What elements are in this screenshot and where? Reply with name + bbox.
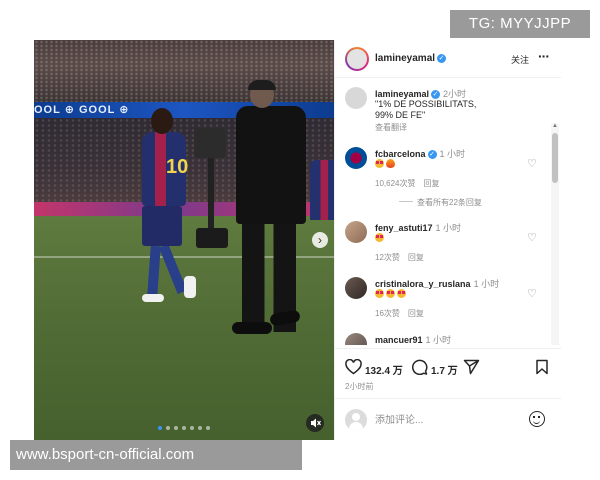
comments-list: lamineyamal ✓ 2小时 "1% DE POSSIBILITATS, 99…: [335, 79, 561, 345]
likes-count[interactable]: 132.4 万: [365, 362, 403, 377]
comment-emojis: [375, 159, 397, 170]
player-boot: [184, 276, 196, 298]
add-comment-bar: [335, 398, 561, 440]
translate-link[interactable]: 查看翻译: [375, 122, 407, 133]
heart-eyes-emoji-icon: [386, 289, 395, 298]
camera-rig-base: [196, 228, 228, 248]
caption-text-line: "1% DE POSSIBILITATS,: [375, 99, 477, 109]
comment-time: 1 小时: [439, 149, 466, 159]
comment-username-text[interactable]: feny_astuti17: [375, 223, 433, 233]
carousel-dot: [158, 426, 162, 430]
caption-username-text[interactable]: lamineyamal: [375, 89, 429, 99]
comment-time: 1 小时: [435, 223, 462, 233]
website-watermark: www.bsport-cn-official.com: [10, 440, 302, 470]
heart-eyes-emoji-icon: [397, 289, 406, 298]
fire-emoji-icon: [386, 159, 395, 168]
heart-eyes-emoji-icon: [375, 289, 384, 298]
comment-like-heart-icon[interactable]: ♡: [527, 157, 537, 170]
stadium-crowd-upper: [34, 40, 334, 102]
current-user-avatar: [345, 409, 367, 431]
comment-username-text[interactable]: mancuer91: [375, 335, 423, 345]
cameraman-body: [236, 106, 306, 224]
camera-rig: [194, 128, 226, 158]
comment-likes[interactable]: 12次赞: [375, 253, 400, 262]
post-photo[interactable]: OOL ⊕ GOOL ⊕ 10 ›: [34, 40, 334, 440]
comment-username-text[interactable]: cristinalora_y_ruslana: [375, 279, 471, 289]
scrollbar-thumb[interactable]: [552, 133, 558, 183]
post-actions: 132.4 万 1.7 万 2小时前: [335, 348, 561, 392]
caption-text-line: 99% DE FE": [375, 110, 426, 120]
caption-avatar[interactable]: [345, 87, 367, 109]
post-header: lamineyamal ✓ 关注 ···: [335, 40, 561, 78]
scroll-up-arrow-icon[interactable]: ▲: [552, 123, 558, 129]
reply-button[interactable]: 回复: [408, 253, 424, 262]
comments-scrollbar[interactable]: ▲ ▼: [551, 123, 559, 345]
carousel-dot: [182, 426, 186, 430]
comment-avatar[interactable]: [345, 333, 367, 345]
more-options-icon[interactable]: ···: [538, 48, 550, 64]
view-replies-link[interactable]: 查看所有22条回复: [399, 197, 482, 208]
reply-button[interactable]: 回复: [408, 309, 424, 318]
comment-avatar[interactable]: [345, 221, 367, 243]
comment-avatar[interactable]: [345, 277, 367, 299]
comment-meta: 16次赞 回复: [375, 308, 432, 319]
carousel-dot: [166, 426, 170, 430]
comment-avatar[interactable]: [345, 147, 367, 169]
heart-eyes-emoji-icon: [375, 159, 384, 168]
comment-input[interactable]: [375, 412, 515, 428]
verified-badge-icon: ✓: [437, 54, 447, 63]
post-timestamp: 2小时前: [345, 382, 374, 391]
comment-like-heart-icon[interactable]: ♡: [527, 287, 537, 300]
player-head: [151, 108, 173, 134]
comment-time: 1 小时: [425, 335, 452, 345]
carousel-dot: [198, 426, 202, 430]
comment-meta: 12次赞 回复: [375, 252, 432, 263]
telegram-label: TG: MYYJJPP: [450, 10, 590, 38]
comment-username-text[interactable]: fcbarcelona: [375, 149, 426, 159]
comment-bubble-icon[interactable]: [411, 359, 428, 380]
heart-eyes-emoji-icon: [375, 233, 384, 242]
verified-badge-icon: ✓: [431, 90, 441, 99]
comment-emojis: [375, 289, 408, 300]
player-boot: [142, 294, 164, 302]
author-username[interactable]: lamineyamal ✓: [375, 53, 447, 64]
carousel-dot: [206, 426, 210, 430]
cameraman-shoe: [232, 322, 272, 334]
comment-username[interactable]: feny_astuti17 1 小时: [375, 221, 461, 234]
comment-like-heart-icon[interactable]: ♡: [527, 231, 537, 244]
reply-button[interactable]: 回复: [423, 179, 439, 188]
comments-count[interactable]: 1.7 万: [431, 362, 458, 377]
share-send-icon[interactable]: [463, 359, 480, 380]
jersey-number: 10: [166, 156, 189, 178]
carousel-dots: [158, 426, 210, 430]
post-side-panel: lamineyamal ✓ 关注 ··· lamineyamal ✓ 2小时 "1% …: [334, 40, 561, 440]
emoji-picker-icon[interactable]: [529, 411, 545, 427]
background-player: [310, 160, 334, 220]
cameraman-hat: [248, 80, 276, 90]
comment-likes[interactable]: 10,624次赞: [375, 179, 415, 188]
like-heart-icon[interactable]: [345, 358, 362, 380]
player-shorts: [142, 206, 182, 246]
author-username-text[interactable]: lamineyamal: [375, 53, 435, 64]
author-avatar[interactable]: [345, 47, 369, 71]
mute-icon[interactable]: [306, 414, 324, 432]
comment-time: 1 小时: [473, 279, 500, 289]
bookmark-icon[interactable]: [535, 359, 549, 380]
comment-username[interactable]: mancuer91 1 小时: [375, 333, 451, 345]
comment-likes[interactable]: 16次赞: [375, 309, 400, 318]
carousel-dot: [190, 426, 194, 430]
instagram-post: OOL ⊕ GOOL ⊕ 10 › lamineyamal ✓ 关注 ··· l…: [34, 40, 561, 440]
carousel-dot: [174, 426, 178, 430]
verified-badge-icon: ✓: [427, 150, 437, 159]
follow-button[interactable]: 关注: [511, 53, 529, 66]
caption-time: 2小时: [443, 89, 467, 99]
comment-meta: 10,624次赞 回复: [375, 178, 447, 189]
comment-emojis: [375, 233, 386, 244]
next-image-arrow-icon[interactable]: ›: [312, 232, 328, 248]
